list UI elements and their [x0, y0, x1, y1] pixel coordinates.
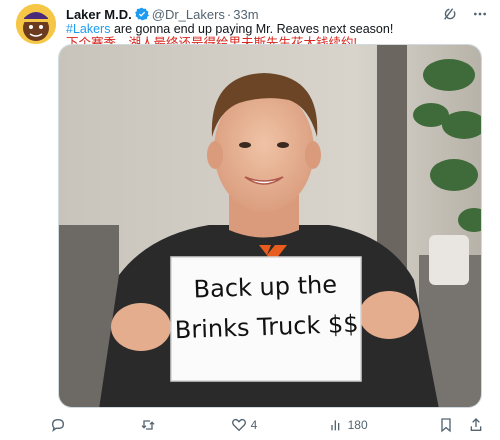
- share-icon: [470, 418, 482, 431]
- verified-badge-icon: [134, 7, 149, 21]
- views-chart-icon: [330, 420, 339, 431]
- like-button[interactable]: 4: [231, 417, 258, 433]
- views-count: 180: [347, 418, 368, 432]
- grok-icon[interactable]: [442, 6, 458, 22]
- heart-icon: [231, 418, 246, 432]
- bookmark-button[interactable]: [438, 417, 454, 433]
- separator-dot: ·: [226, 6, 232, 22]
- reply-button[interactable]: [50, 417, 70, 433]
- tweet: Laker M.D. @Dr_Lakers · 33m #Lakers are …: [0, 0, 500, 440]
- tweet-text-rest: are gonna end up paying Mr. Reaves next …: [110, 22, 394, 36]
- author-handle[interactable]: @Dr_Lakers: [152, 7, 225, 22]
- tweet-action-bar: 4 180: [50, 414, 484, 436]
- tweet-photo[interactable]: Back up the Brinks Truck $$: [58, 44, 482, 408]
- sign-line-1: Back up the: [193, 270, 338, 304]
- author-name[interactable]: Laker M.D.: [66, 7, 132, 22]
- repost-button[interactable]: [140, 417, 160, 433]
- avatar[interactable]: [16, 4, 56, 44]
- tweet-timestamp[interactable]: 33m: [233, 7, 258, 22]
- like-count: 4: [250, 418, 258, 432]
- bookmark-icon: [441, 418, 451, 433]
- hashtag-link[interactable]: #Lakers: [66, 22, 110, 36]
- more-options-icon[interactable]: [472, 6, 488, 22]
- sign-text: Back up the Brinks Truck $$: [170, 264, 363, 351]
- share-button[interactable]: [468, 417, 484, 433]
- reply-icon: [51, 418, 65, 432]
- share-group: [438, 417, 484, 433]
- header-actions: [442, 6, 488, 22]
- repost-icon: [141, 420, 155, 430]
- tweet-text-english: #Lakers are gonna end up paying Mr. Reav…: [66, 22, 393, 37]
- tweet-header: Laker M.D. @Dr_Lakers · 33m: [66, 6, 488, 22]
- views-button[interactable]: 180: [328, 417, 368, 433]
- sign-line-2: Brinks Truck $$: [174, 309, 359, 345]
